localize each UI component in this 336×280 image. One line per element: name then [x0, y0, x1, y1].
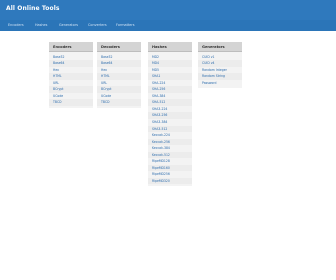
- menu-list: CUID v1 CUID v4 Random Integer Random Strin…: [198, 52, 242, 88]
- top-bar: All Online Tools: [0, 0, 336, 20]
- menu-list: Base32 Base64 Hex HTML URL BCrypt UCode TBCD: [97, 52, 141, 108]
- nav-item-formatters[interactable]: Formatters: [116, 23, 135, 27]
- menu-link[interactable]: Password: [198, 80, 242, 87]
- menu-column-decoders: Decoders Base32 Base64 Hex HTML URL BCrypt UCo…: [97, 42, 141, 108]
- menu-column-hashes: Hashes MD2 MD4 MD5 SHA1 SHA-224 SHA-256 SHA-38…: [148, 42, 192, 187]
- menu-column-title: Decoders: [97, 42, 141, 52]
- menu-list: MD2 MD4 MD5 SHA1 SHA-224 SHA-256 SHA-384 SHA-51…: [148, 52, 192, 186]
- menu-link[interactable]: RipeMD320: [148, 177, 192, 185]
- nav-item-generators[interactable]: Generators: [59, 23, 78, 27]
- menu-column-title: Generators: [198, 42, 242, 52]
- nav-item-hashes[interactable]: Hashes: [35, 23, 47, 27]
- menu-column-title: Hashes: [148, 42, 192, 52]
- menu-column-encoders: Encoders Base32 Base64 Hex HTML URL BCrypt UCo…: [49, 42, 93, 108]
- nav-item-converters[interactable]: Converters: [88, 23, 107, 27]
- menu-column-title: Encoders: [49, 42, 93, 52]
- nav-bar: Encoders Hashes Generators Converters Fo…: [0, 20, 336, 31]
- nav-item-encoders[interactable]: Encoders: [8, 23, 24, 27]
- menu-link[interactable]: TBCD: [97, 99, 141, 106]
- menu-column-generators: Generators CUID v1 CUID v4 Random Integer R…: [198, 42, 242, 89]
- site-title[interactable]: All Online Tools: [6, 5, 60, 12]
- menu-link[interactable]: TBCD: [49, 99, 93, 106]
- menu-list: Base32 Base64 Hex HTML URL BCrypt UCode TBCD: [49, 52, 93, 108]
